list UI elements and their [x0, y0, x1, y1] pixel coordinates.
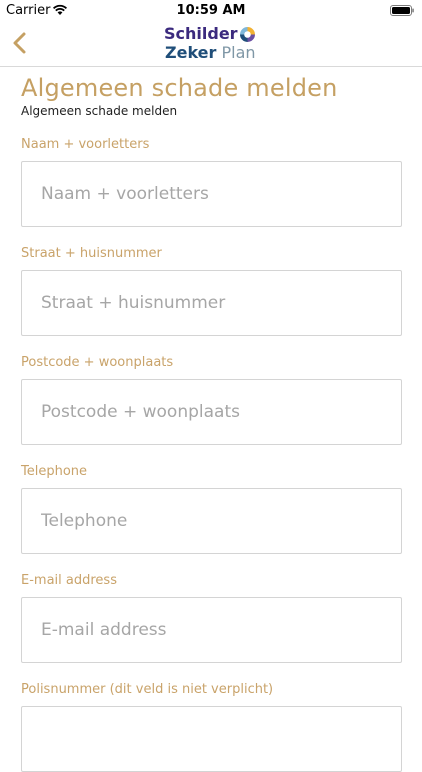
status-bar: Carrier 10:59 AM — [0, 0, 422, 22]
field-label-postcode: Postcode + woonplaats — [21, 355, 174, 370]
logo-color-ring-icon — [240, 27, 255, 42]
logo-text-zeker-plan: Zeker Plan — [165, 43, 256, 62]
postcode-input[interactable] — [21, 379, 402, 445]
field-telephone: Telephone — [21, 463, 402, 554]
field-naam: Naam + voorletters — [21, 136, 402, 227]
field-email: E-mail address — [21, 572, 402, 663]
field-label-straat: Straat + huisnummer — [21, 246, 162, 261]
clock: 10:59 AM — [176, 3, 246, 18]
field-label-email: E-mail address — [21, 573, 117, 588]
claim-form: Algemeen schade melden Algemeen schade m… — [21, 66, 402, 772]
email-input[interactable] — [21, 597, 402, 663]
naam-input[interactable] — [21, 161, 402, 227]
field-label-polisnummer: Polisnummer (dit veld is niet verplicht) — [21, 682, 274, 697]
field-label-naam: Naam + voorletters — [21, 137, 150, 152]
back-chevron-icon[interactable] — [8, 28, 32, 58]
battery-icon — [390, 5, 414, 16]
straat-input[interactable] — [21, 270, 402, 336]
polisnummer-input[interactable] — [21, 706, 402, 772]
logo-text-zeker: Zeker — [165, 43, 217, 62]
schilder-zeker-plan-logo: Schilder Zeker Plan — [164, 22, 274, 64]
logo-text-schilder: Schilder — [164, 24, 238, 43]
navigation-bar: Schilder Zeker Plan — [0, 22, 422, 67]
field-postcode: Postcode + woonplaats — [21, 354, 402, 445]
field-polisnummer: Polisnummer (dit veld is niet verplicht) — [21, 681, 402, 772]
logo-text-plan: Plan — [221, 43, 256, 62]
field-straat: Straat + huisnummer — [21, 245, 402, 336]
telephone-input[interactable] — [21, 488, 402, 554]
field-label-telephone: Telephone — [21, 464, 88, 479]
page-title: Algemeen schade melden — [21, 74, 338, 102]
page-subtitle: Algemeen schade melden — [21, 104, 178, 118]
